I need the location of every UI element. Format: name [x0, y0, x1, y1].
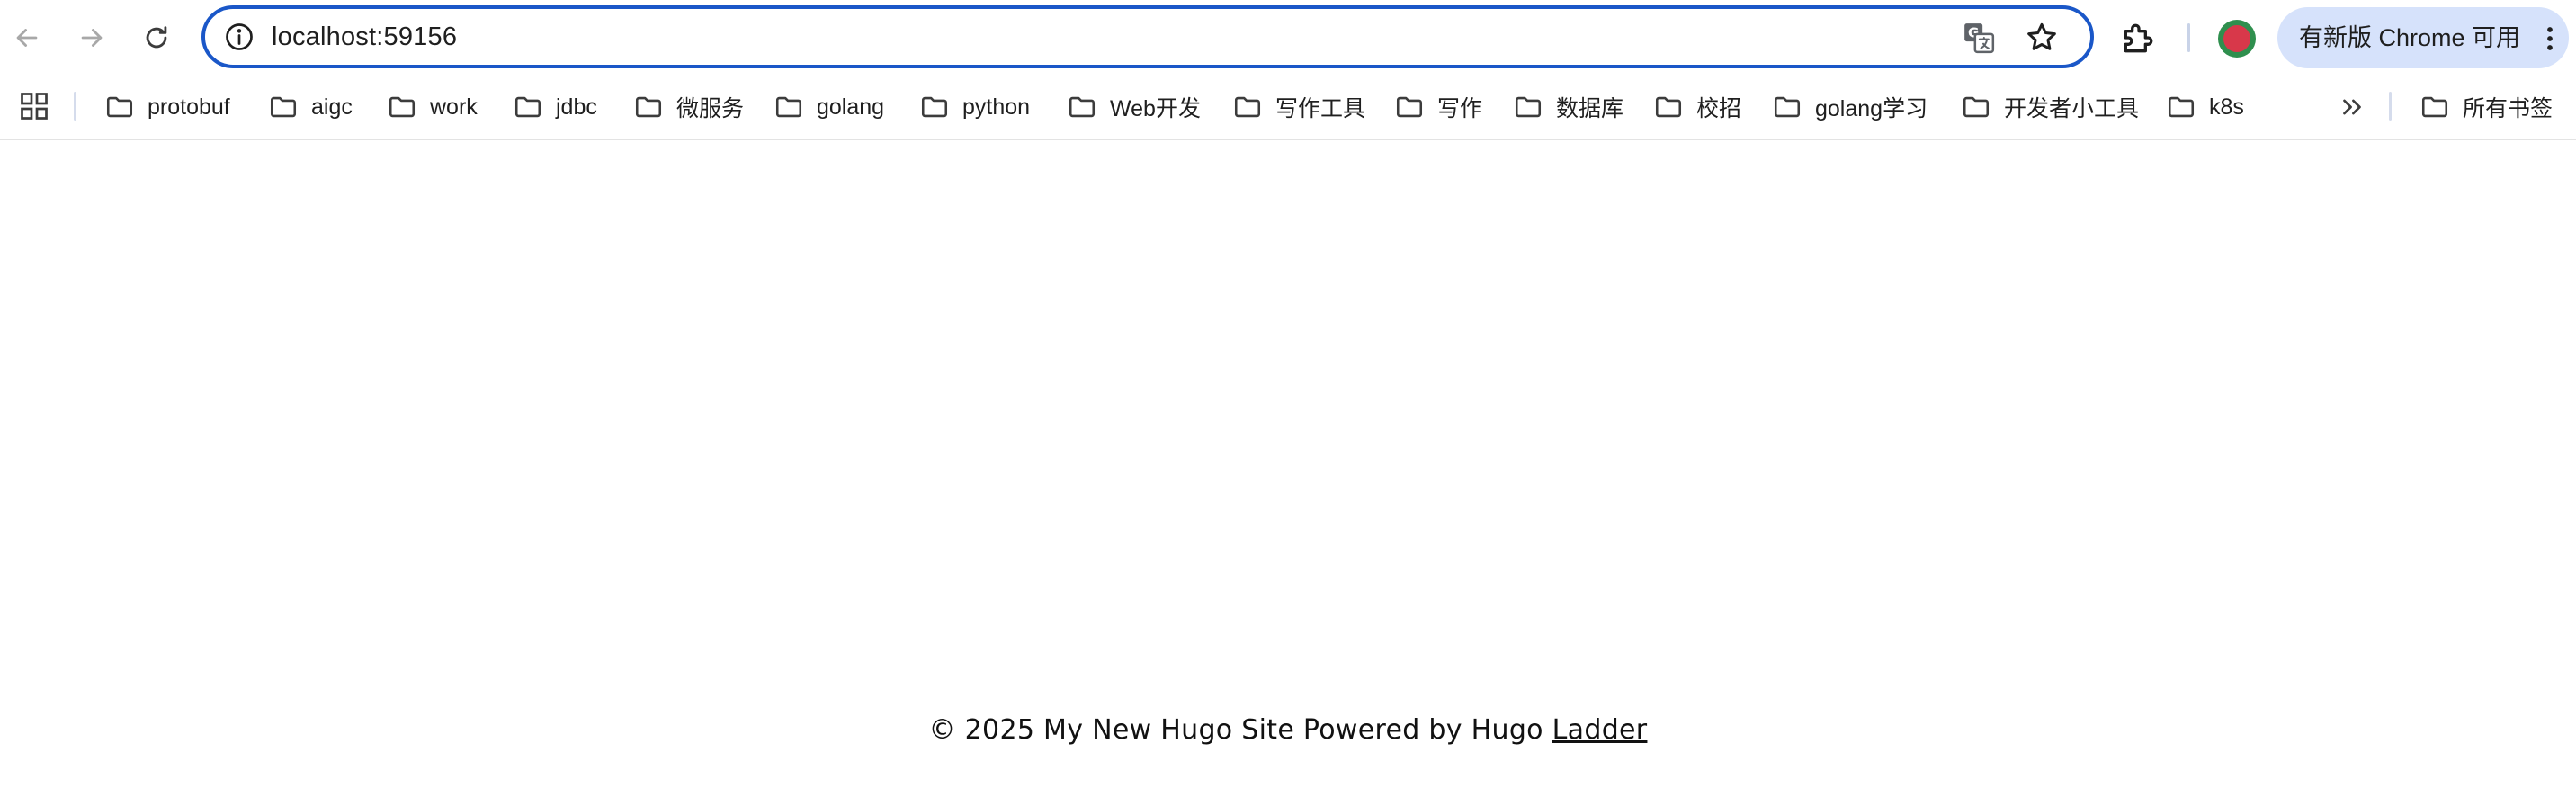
profile-avatar[interactable]	[2218, 20, 2256, 58]
bookmark-label: 校招	[1696, 96, 1742, 121]
bookmark-label: 写作工具	[1275, 96, 1366, 121]
folder-icon	[389, 96, 416, 118]
bookmark-label: jdbc	[556, 94, 597, 120]
bookmark-label: 写作	[1437, 96, 1483, 121]
folder-icon	[270, 96, 297, 118]
folder-icon	[106, 96, 133, 118]
forward-button[interactable]	[67, 13, 117, 63]
folder-icon	[1234, 96, 1261, 118]
address-bar[interactable]: localhost:59156 G	[201, 5, 2094, 68]
reload-button[interactable]	[131, 13, 182, 63]
info-icon[interactable]	[223, 21, 255, 53]
bookmark-label: work	[430, 94, 478, 120]
bookmark-label: 开发者小工具	[2004, 96, 2140, 121]
all-bookmarks-button[interactable]: 所有书签	[2419, 76, 2553, 139]
bookmark-label: protobuf	[148, 94, 230, 120]
bookmark-folder-writing[interactable]: 写作	[1394, 76, 1482, 139]
arrow-right-icon	[81, 29, 103, 47]
puzzle-icon[interactable]	[2119, 18, 2159, 58]
update-chrome-label: 有新版 Chrome 可用	[2299, 24, 2521, 51]
folder-icon	[635, 96, 662, 118]
bookmark-label: k8s	[2209, 94, 2244, 120]
kebab-icon[interactable]	[2544, 25, 2556, 52]
folder-icon	[2421, 96, 2448, 118]
folder-icon	[2168, 96, 2195, 118]
arrow-left-icon	[16, 29, 38, 47]
bookmark-label: Web开发	[1110, 96, 1201, 121]
bookmark-folder-golang[interactable]: golang	[774, 76, 884, 139]
bookmark-label: python	[962, 94, 1031, 120]
avatar	[2223, 25, 2250, 52]
bookmark-label: 微服务	[676, 96, 745, 121]
site-footer: © 2025 My New Hugo Site Powered by Hugo …	[0, 714, 2576, 746]
toolbar-divider	[2187, 23, 2190, 52]
back-button[interactable]	[2, 13, 52, 63]
bookmark-folder-k8s[interactable]: k8s	[2166, 76, 2244, 139]
browser-toolbar: localhost:59156 G 有新版 Chrome 可用	[0, 0, 2576, 76]
footer-theme-link[interactable]: Ladder	[1552, 714, 1648, 746]
bookmark-folder-database[interactable]: 数据库	[1513, 76, 1623, 139]
bookmark-label: golang学习	[1815, 96, 1928, 121]
bookmark-folder-writing-tools[interactable]: 写作工具	[1232, 76, 1365, 139]
bookmark-label: aigc	[311, 94, 353, 120]
bookmark-label: 数据库	[1556, 96, 1624, 121]
bookmark-folder-microservices[interactable]: 微服务	[633, 76, 744, 139]
folder-icon	[1396, 96, 1423, 118]
folder-icon	[514, 96, 541, 118]
bookmark-folder-protobuf[interactable]: protobuf	[104, 76, 230, 139]
bookmark-folder-dev-tools[interactable]: 开发者小工具	[1961, 76, 2139, 139]
chevron-double-right-icon[interactable]	[2337, 92, 2367, 122]
translate-icon[interactable]: G	[1961, 20, 1997, 56]
folder-icon	[1774, 96, 1801, 118]
star-icon[interactable]	[2024, 20, 2060, 56]
bookmarks-divider	[74, 92, 76, 121]
bookmark-folder-golang-study[interactable]: golang学习	[1772, 76, 1928, 139]
folder-icon	[1963, 96, 1990, 118]
bookmarks-bar: protobuf aigc work jdbc 微服务 golang pytho…	[0, 76, 2576, 140]
url-text[interactable]: localhost:59156	[272, 9, 457, 65]
folder-icon	[921, 96, 948, 118]
bookmark-folder-python[interactable]: python	[919, 76, 1030, 139]
reload-icon	[146, 26, 167, 49]
bookmark-folder-work[interactable]: work	[387, 76, 478, 139]
bookmark-folder-aigc[interactable]: aigc	[268, 76, 353, 139]
folder-icon	[1655, 96, 1682, 118]
footer-text: © 2025 My New Hugo Site Powered by Hugo	[928, 714, 1543, 746]
update-chrome-button[interactable]: 有新版 Chrome 可用	[2277, 7, 2569, 68]
folder-icon	[775, 96, 802, 118]
all-bookmarks-label: 所有书签	[2463, 96, 2554, 121]
bookmarks-divider	[2389, 92, 2392, 121]
apps-grid-icon[interactable]	[18, 90, 50, 122]
bookmark-label: golang	[817, 94, 885, 120]
folder-icon	[1069, 96, 1096, 118]
bookmark-folder-web-dev[interactable]: Web开发	[1067, 76, 1201, 139]
bookmark-folder-campus-recruit[interactable]: 校招	[1653, 76, 1741, 139]
folder-icon	[1515, 96, 1542, 118]
bookmark-folder-jdbc[interactable]: jdbc	[513, 76, 597, 139]
